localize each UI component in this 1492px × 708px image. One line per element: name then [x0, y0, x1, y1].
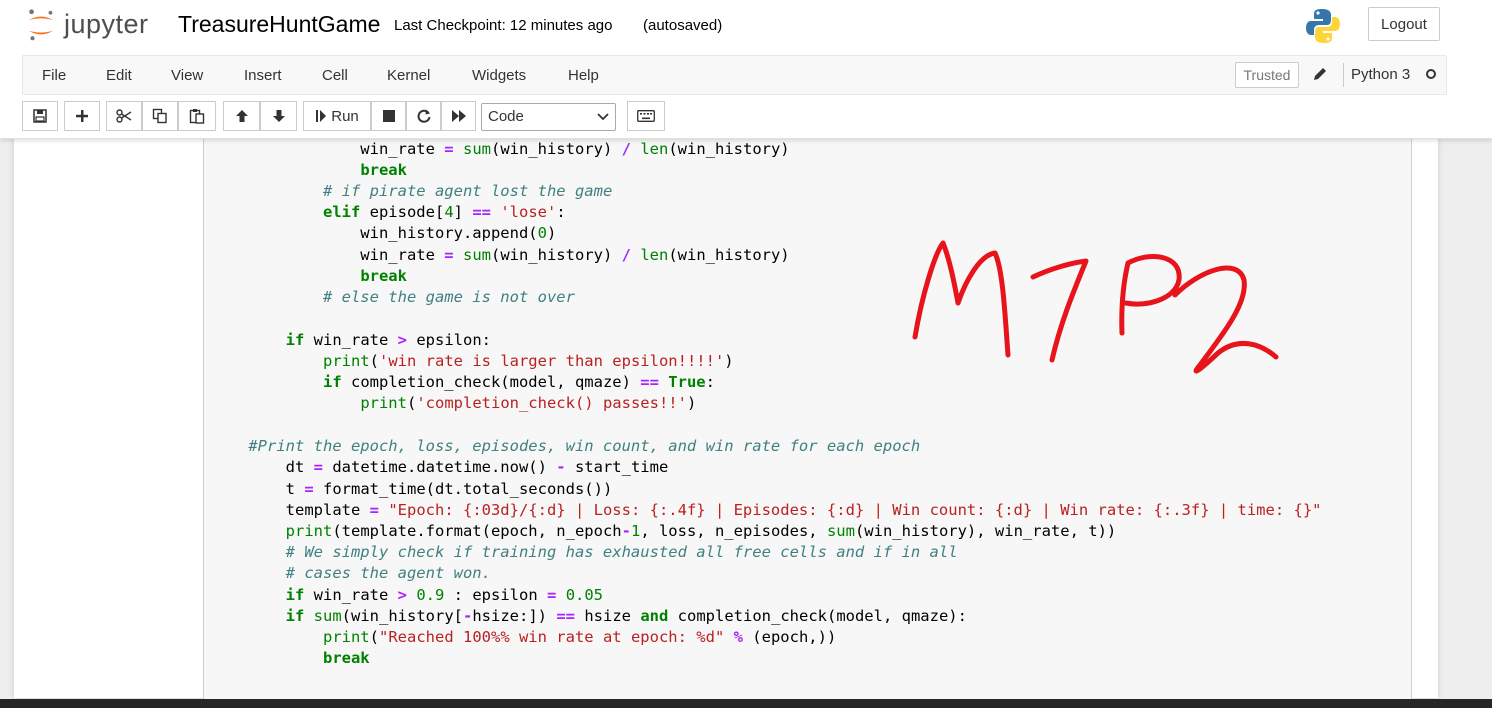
- code-line: break: [360, 267, 407, 285]
- run-label: Run: [331, 107, 359, 125]
- menu-help[interactable]: Help: [568, 67, 599, 84]
- code-line: print('completion_check() passes!!'): [360, 394, 697, 412]
- cell-type-value: Code: [488, 108, 524, 125]
- cut-button[interactable]: [106, 101, 142, 131]
- insert-cell-button[interactable]: [64, 101, 100, 131]
- code-line: t = format_time(dt.total_seconds()): [211, 480, 613, 498]
- save-button[interactable]: [22, 101, 58, 131]
- menu-cell[interactable]: Cell: [322, 67, 348, 84]
- edit-mode-pencil-icon: [1314, 68, 1326, 80]
- run-icon: [316, 110, 327, 122]
- code-line: # else the game is not over: [322, 288, 575, 306]
- code-line: print(template.format(epoch, n_epoch-1, …: [285, 522, 1117, 540]
- stop-icon: [382, 110, 395, 122]
- kernel-separator: [1343, 63, 1344, 87]
- code-line: # cases the agent won.: [285, 564, 491, 582]
- menu-widgets[interactable]: Widgets: [472, 67, 526, 84]
- code-line: win_rate = sum(win_history) / len(win_hi…: [211, 140, 790, 158]
- arrow-up-icon: [235, 110, 248, 122]
- copy-icon: [152, 108, 167, 124]
- code-line: if win_rate > epsilon:: [285, 331, 491, 349]
- run-button[interactable]: Run: [303, 101, 371, 131]
- code-line: dt = datetime.datetime.now() - start_tim…: [211, 458, 669, 476]
- menu-file[interactable]: File: [42, 67, 66, 84]
- interrupt-button[interactable]: [371, 101, 406, 131]
- logout-button[interactable]: Logout: [1368, 7, 1440, 41]
- fast-forward-icon: [451, 110, 466, 122]
- jupyter-logo-icon[interactable]: [26, 8, 56, 42]
- code-line: win_rate = sum(win_history) / len(win_hi…: [211, 246, 790, 264]
- code-line: template = "Epoch: {:03d}/{:d} | Loss: {…: [211, 501, 1322, 519]
- chevron-down-icon: [597, 113, 609, 121]
- kernel-idle-indicator-icon: [1426, 69, 1436, 79]
- code-line: print("Reached 100%% win rate at epoch: …: [322, 628, 837, 646]
- paste-icon: [189, 109, 205, 124]
- restart-button[interactable]: [406, 101, 441, 131]
- notebook-header: jupyter TreasureHuntGame Last Checkpoint…: [0, 0, 1492, 139]
- move-down-button[interactable]: [260, 101, 297, 131]
- bottom-taskbar-strip: [0, 699, 1492, 708]
- code-line: if sum(win_history[-hsize:]) == hsize an…: [285, 607, 967, 625]
- trusted-indicator[interactable]: Trusted: [1235, 62, 1299, 88]
- kernel-name[interactable]: Python 3: [1351, 66, 1410, 83]
- checkpoint-status: Last Checkpoint: 12 minutes ago: [394, 17, 613, 34]
- menu-kernel[interactable]: Kernel: [387, 67, 430, 84]
- copy-button[interactable]: [142, 101, 178, 131]
- python-logo-icon: [1306, 9, 1340, 43]
- code-line: if completion_check(model, qmaze) == Tru…: [322, 373, 715, 391]
- notebook-title[interactable]: TreasureHuntGame: [178, 11, 380, 38]
- code-line: break: [360, 161, 407, 179]
- keyboard-icon: [637, 110, 655, 122]
- code-line: if win_rate > 0.9 : epsilon = 0.05: [285, 586, 604, 604]
- jupyter-logo-text[interactable]: jupyter: [64, 9, 149, 40]
- plus-icon: [76, 110, 88, 122]
- scissors-icon: [116, 109, 132, 123]
- code-line: win_history.append(0): [211, 224, 557, 242]
- code-line: #Print the epoch, loss, episodes, win co…: [248, 437, 921, 455]
- paste-button[interactable]: [178, 101, 216, 131]
- autosave-status: (autosaved): [643, 17, 723, 34]
- code-line: elif episode[4] == 'lose':: [322, 203, 566, 221]
- menu-insert[interactable]: Insert: [244, 67, 282, 84]
- command-palette-button[interactable]: [627, 101, 665, 131]
- restart-run-all-button[interactable]: [441, 101, 476, 131]
- menubar: File Edit View Insert Cell Kernel Widget…: [22, 55, 1447, 95]
- menu-edit[interactable]: Edit: [106, 67, 132, 84]
- handwritten-annotation: [912, 240, 1279, 374]
- menu-view[interactable]: View: [171, 67, 203, 84]
- arrow-down-icon: [272, 110, 285, 122]
- code-line: # We simply check if training has exhaus…: [285, 543, 958, 561]
- cell-type-select[interactable]: Code: [481, 103, 616, 131]
- save-icon: [33, 109, 47, 123]
- move-up-button[interactable]: [223, 101, 260, 131]
- restart-icon: [417, 109, 430, 123]
- code-line: # if pirate agent lost the game: [322, 182, 613, 200]
- code-line: print('win rate is larger than epsilon!!…: [322, 352, 734, 370]
- code-line: break: [322, 649, 370, 667]
